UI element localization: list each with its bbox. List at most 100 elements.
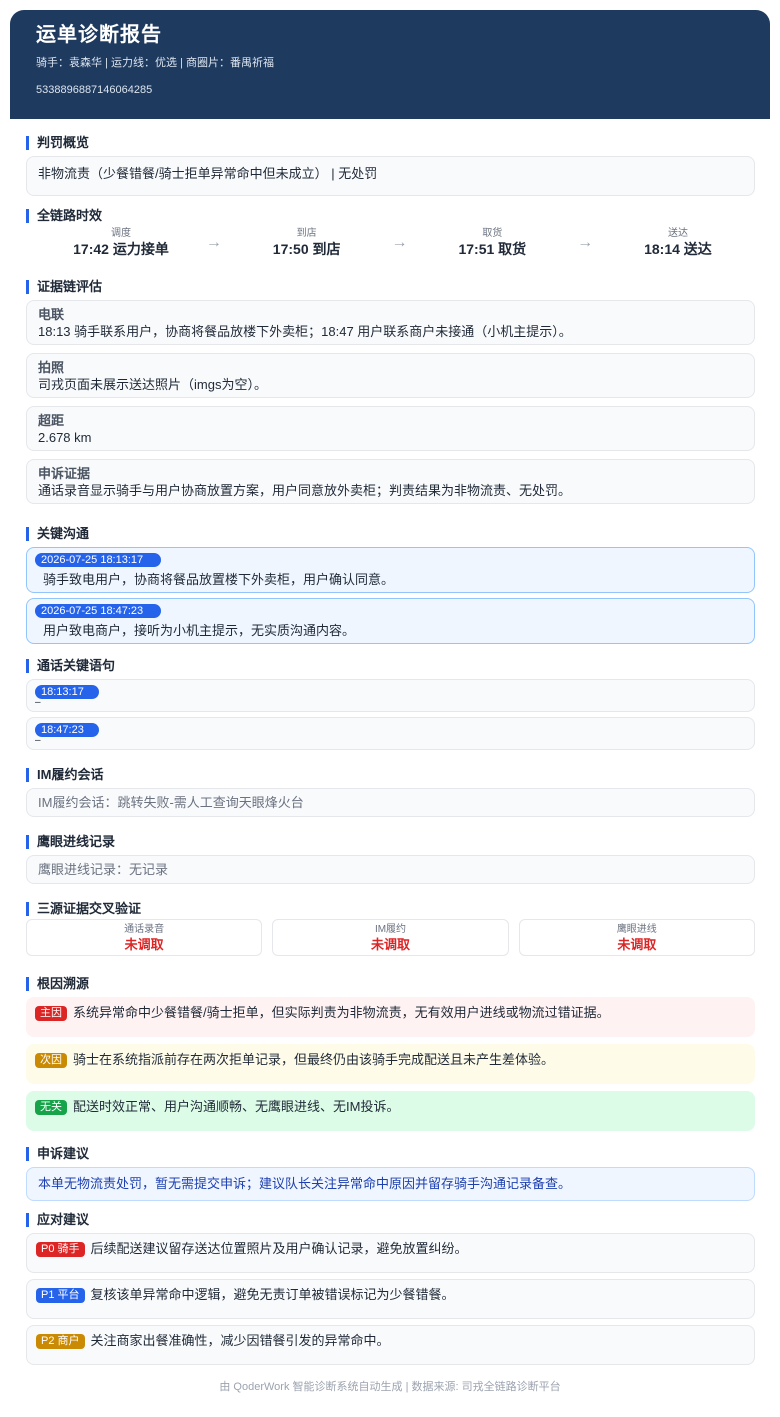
timeline-step-arrive: 到店 17:50 到店 <box>252 228 362 258</box>
cause-tag: 主因 <box>35 1006 67 1021</box>
im-text: IM履约会话：跳转失败-需人工查询天眼烽火台 <box>38 795 304 810</box>
call-phrases-title: 通话关键语句 <box>26 659 755 673</box>
cause-text: 配送时效正常、用户沟通顺畅、无鹰眼进线、无IM投诉。 <box>73 1099 400 1114</box>
response-item-rider: P0 骑手 后续配送建议留存送达位置照片及用户确认记录，避免放置纠纷。 <box>26 1233 755 1273</box>
timeline-step-pickup: 取货 17:51 取货 <box>437 228 547 258</box>
root-cause-section: 根因溯源 主因 系统异常命中少餐错餐/骑士拒单，但实际判责为非物流责，无有效用户进… <box>26 977 755 1138</box>
evidence-item-call: 电联 18:13 骑手联系用户，协商将餐品放楼下外卖柜；18:47 用户联系商户… <box>26 300 755 345</box>
evidence-head: 拍照 <box>38 360 65 375</box>
priority-tag: P2 商户 <box>36 1334 85 1349</box>
cause-tag: 次因 <box>35 1053 67 1068</box>
step-label: 到店 <box>296 228 317 239</box>
evidence-head: 电联 <box>38 307 65 322</box>
timeline-section: 全链路时效 调度 17:42 运力接单 → 到店 17:50 到店 → 取货 1… <box>26 209 755 261</box>
communication-item: 2026-07-25 18:47:23 用户致电商户，接听为小机主提示，无实质沟… <box>26 598 755 644</box>
im-section: IM履约会话 IM履约会话：跳转失败-需人工查询天眼烽火台 <box>26 768 755 817</box>
response-title: 应对建议 <box>26 1213 755 1227</box>
cross-check-grid: 通话录音 未调取 IM履约 未调取 鹰眼进线 未调取 <box>26 919 755 956</box>
evidence-body: 通话录音显示骑手与用户协商放置方案，用户同意放外卖柜；判责结果为非物流责、无处罚… <box>38 483 572 498</box>
evidence-body: 2.678 km <box>38 430 92 445</box>
cause-text: 系统异常命中少餐错餐/骑士拒单，但实际判责为非物流责，无有效用户进线或物流过错证… <box>73 1005 610 1020</box>
cross-check-label: 通话录音 <box>124 924 165 935</box>
call-phrase-text: – <box>35 735 41 746</box>
rider-meta: 骑手：袁森华 | 运力线：优选 | 商圈片：番禺祈福 <box>36 57 274 69</box>
evidence-item-appeal: 申诉证据 通话录音显示骑手与用户协商放置方案，用户同意放外卖柜；判责结果为非物流… <box>26 459 755 504</box>
cause-text: 骑士在系统指派前存在两次拒单记录，但最终仍由该骑手完成配送且未产生差体验。 <box>73 1052 555 1067</box>
cross-check-title: 三源证据交叉验证 <box>26 902 755 916</box>
response-text: 复核该单异常命中逻辑，避免无责订单被错误标记为少餐错餐。 <box>90 1287 455 1302</box>
arrow-right-icon: → <box>205 234 222 251</box>
step-value: 18:14 送达 <box>644 241 712 257</box>
step-value: 17:42 运力接单 <box>73 241 169 257</box>
response-text: 后续配送建议留存送达位置照片及用户确认记录，避免放置纠纷。 <box>90 1241 468 1256</box>
cross-check-value: 未调取 <box>617 937 657 952</box>
root-cause-secondary: 次因 骑士在系统指派前存在两次拒单记录，但最终仍由该骑手完成配送且未产生差体验。 <box>26 1044 755 1084</box>
communication-text: 骑手致电用户，协商将餐品放置楼下外卖柜，用户确认同意。 <box>43 572 395 587</box>
time-badge: 2026-07-25 18:13:17 <box>35 553 161 567</box>
cross-check-hawkeye: 鹰眼进线 未调取 <box>518 919 755 956</box>
response-item-platform: P1 平台 复核该单异常命中逻辑，避免无责订单被错误标记为少餐错餐。 <box>26 1279 755 1319</box>
time-badge: 18:13:17 <box>35 685 99 699</box>
step-value: 17:51 取货 <box>458 241 527 257</box>
cross-check-label: IM履约 <box>374 924 407 935</box>
communication-title: 关键沟通 <box>26 527 755 541</box>
appeal-text: 本单无物流责处罚，暂无需提交申诉；建议队长关注异常命中原因并留存骑手沟通记录备查… <box>38 1176 572 1191</box>
communication-section: 关键沟通 2026-07-25 18:13:17 骑手致电用户，协商将餐品放置楼… <box>26 527 755 649</box>
response-item-merchant: P2 商户 关注商家出餐准确性，减少因错餐引发的异常命中。 <box>26 1325 755 1365</box>
cross-check-label: 鹰眼进线 <box>616 924 657 935</box>
evidence-item-photo: 拍照 司戎页面未展示送达照片（imgs为空）。 <box>26 353 755 398</box>
time-badge: 18:47:23 <box>35 723 99 737</box>
penalty-title: 判罚概览 <box>26 136 755 150</box>
cause-tag: 无关 <box>35 1100 67 1115</box>
timeline-step-dispatch: 调度 17:42 运力接单 <box>66 228 176 258</box>
timeline-title: 全链路时效 <box>26 209 755 223</box>
evidence-head: 申诉证据 <box>38 466 91 481</box>
arrow-right-icon: → <box>391 234 408 251</box>
evidence-item-distance: 超距 2.678 km <box>26 406 755 451</box>
cross-check-call: 通话录音 未调取 <box>26 919 263 956</box>
hawkeye-box: 鹰眼进线记录：无记录 <box>26 855 755 884</box>
hawkeye-section: 鹰眼进线记录 鹰眼进线记录：无记录 <box>26 835 755 884</box>
evidence-head: 超距 <box>38 413 65 428</box>
response-section: 应对建议 P0 骑手 后续配送建议留存送达位置照片及用户确认记录，避免放置纠纷。 … <box>26 1213 755 1371</box>
im-box: IM履约会话：跳转失败-需人工查询天眼烽火台 <box>26 788 755 817</box>
cross-check-value: 未调取 <box>370 937 410 952</box>
evidence-section: 证据链评估 电联 18:13 骑手联系用户，协商将餐品放楼下外卖柜；18:47 … <box>26 280 755 512</box>
report-footer: 由 QoderWork 智能诊断系统自动生成 | 数据来源: 司戎全链路诊断平台 <box>219 1381 561 1393</box>
cross-check-section: 三源证据交叉验证 通话录音 未调取 IM履约 未调取 鹰眼进线 未调取 <box>26 902 755 956</box>
call-phrases-section: 通话关键语句 18:13:17 – 18:47:23 – <box>26 659 755 755</box>
priority-tag: P1 平台 <box>36 1288 85 1303</box>
time-badge: 2026-07-25 18:47:23 <box>35 604 161 618</box>
step-label: 取货 <box>482 228 503 239</box>
cross-check-value: 未调取 <box>124 937 164 952</box>
root-cause-primary: 主因 系统异常命中少餐错餐/骑士拒单，但实际判责为非物流责，无有效用户进线或物流过… <box>26 997 755 1037</box>
priority-tag: P0 骑手 <box>36 1242 85 1257</box>
root-cause-unrelated: 无关 配送时效正常、用户沟通顺畅、无鹰眼进线、无IM投诉。 <box>26 1091 755 1131</box>
penalty-text: 非物流责（少餐错餐/骑士拒单异常命中但未成立） | 无处罚 <box>38 166 378 181</box>
cross-check-im: IM履约 未调取 <box>272 919 509 956</box>
appeal-section: 申诉建议 本单无物流责处罚，暂无需提交申诉；建议队长关注异常命中原因并留存骑手沟… <box>26 1147 755 1201</box>
call-phrase-item: 18:47:23 – <box>26 717 755 750</box>
penalty-box: 非物流责（少餐错餐/骑士拒单异常命中但未成立） | 无处罚 <box>26 156 755 196</box>
hawkeye-text: 鹰眼进线记录：无记录 <box>38 862 169 877</box>
report-title: 运单诊断报告 <box>36 24 162 46</box>
order-id: 5338896887146064285 <box>36 84 153 96</box>
root-cause-title: 根因溯源 <box>26 977 755 991</box>
appeal-box: 本单无物流责处罚，暂无需提交申诉；建议队长关注异常命中原因并留存骑手沟通记录备查… <box>26 1167 755 1201</box>
communication-text: 用户致电商户，接听为小机主提示，无实质沟通内容。 <box>43 623 356 638</box>
communication-item: 2026-07-25 18:13:17 骑手致电用户，协商将餐品放置楼下外卖柜，… <box>26 547 755 593</box>
timeline: 调度 17:42 运力接单 → 到店 17:50 到店 → 取货 17:51 取… <box>26 225 755 261</box>
step-label: 送达 <box>667 228 688 239</box>
evidence-body: 18:13 骑手联系用户，协商将餐品放楼下外卖柜；18:47 用户联系商户未接通… <box>38 324 572 339</box>
penalty-section: 判罚概览 非物流责（少餐错餐/骑士拒单异常命中但未成立） | 无处罚 <box>26 136 755 196</box>
evidence-title: 证据链评估 <box>26 280 755 294</box>
response-text: 关注商家出餐准确性，减少因错餐引发的异常命中。 <box>90 1333 390 1348</box>
step-label: 调度 <box>111 228 131 239</box>
arrow-right-icon: → <box>577 234 594 251</box>
hawkeye-title: 鹰眼进线记录 <box>26 835 755 849</box>
evidence-body: 司戎页面未展示送达照片（imgs为空）。 <box>38 377 267 392</box>
im-title: IM履约会话 <box>26 768 755 782</box>
timeline-step-deliver: 送达 18:14 送达 <box>623 228 733 258</box>
report-header: 运单诊断报告 骑手：袁森华 | 运力线：优选 | 商圈片：番禺祈福 533889… <box>10 10 770 119</box>
call-phrase-text: – <box>35 697 41 708</box>
